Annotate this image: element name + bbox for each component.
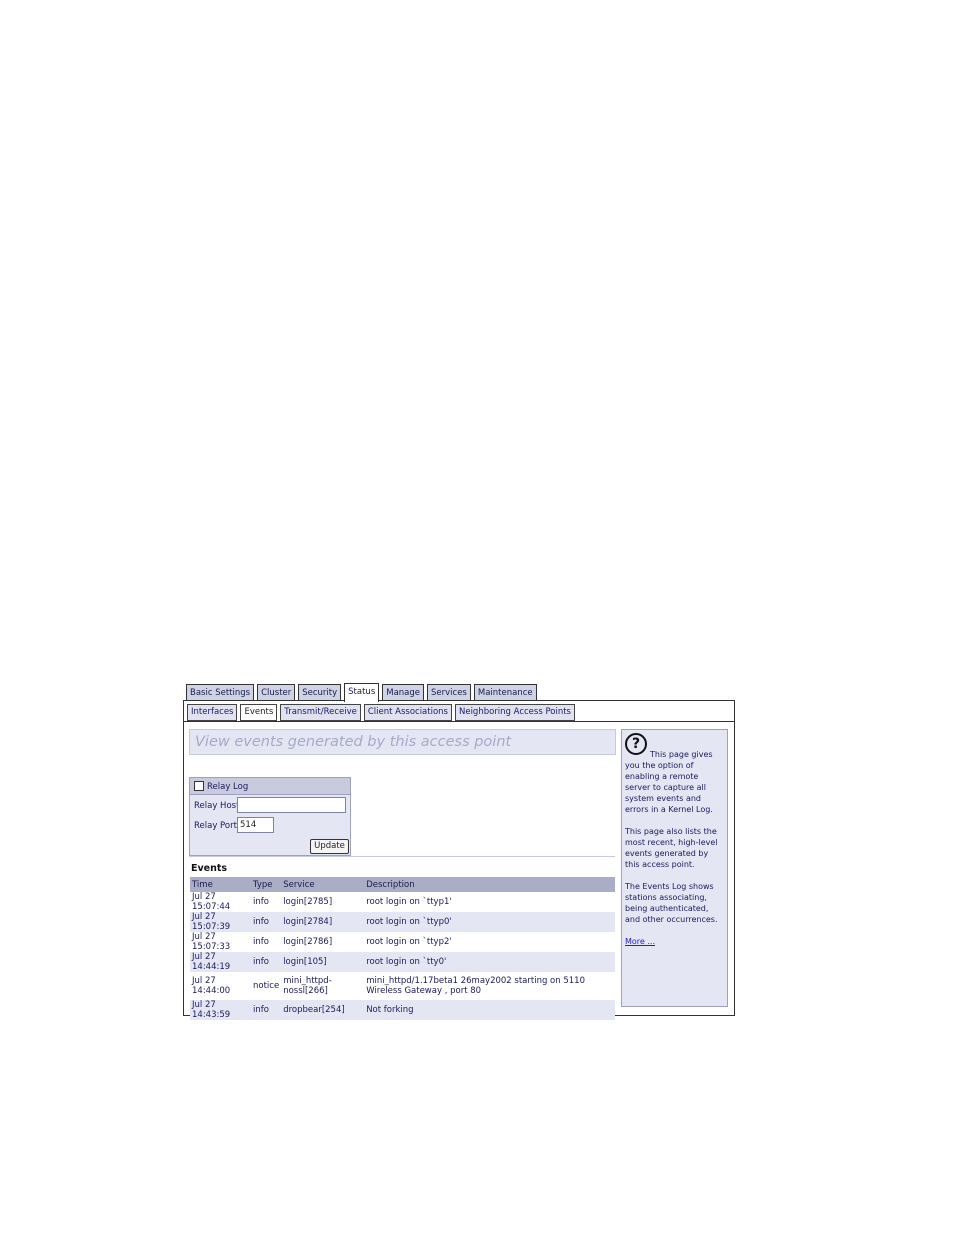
tab-basic-settings[interactable]: Basic Settings (186, 684, 255, 701)
sub-tabs: Interfaces Events Transmit/Receive Clien… (187, 704, 575, 721)
table-row: Jul 27 14:44:00 notice mini_httpd-nossl[… (190, 972, 615, 1000)
event-time: Jul 27 15:07:44 (192, 892, 231, 912)
relay-host-label: Relay Host (194, 801, 240, 811)
relay-host-input[interactable] (237, 797, 346, 813)
tab-manage[interactable]: Manage (382, 684, 425, 701)
tab-maintenance[interactable]: Maintenance (473, 684, 537, 701)
tab-status[interactable]: Status (344, 683, 380, 702)
event-type: notice (253, 981, 280, 991)
event-description: Not forking (364, 1000, 615, 1020)
event-type: info (251, 1000, 282, 1020)
table-row: Jul 27 15:07:33 info login[2786] root lo… (190, 932, 615, 952)
update-button[interactable]: Update (310, 839, 349, 854)
main-tabs: Basic Settings Cluster Security Status M… (186, 683, 537, 702)
subtab-neighboring-access-points[interactable]: Neighboring Access Points (454, 704, 575, 721)
relay-log-panel: Relay Log Relay Host Relay Port 514 Upda… (189, 777, 351, 856)
subtab-interfaces[interactable]: Interfaces (187, 704, 238, 721)
help-panel: ? This page gives you the option of enab… (621, 729, 728, 1007)
event-type: info (251, 952, 282, 972)
relay-log-checkbox[interactable] (194, 781, 204, 791)
col-type: Type (251, 877, 282, 892)
relay-log-header: Relay Log (190, 778, 350, 795)
help-text-3: The Events Log shows stations associatin… (625, 882, 718, 924)
more-link[interactable]: More ... (625, 937, 655, 946)
table-header: Time Type Service Description (190, 877, 615, 892)
event-time: Jul 27 15:07:33 (192, 932, 231, 952)
col-service: Service (281, 877, 365, 892)
relay-port-input[interactable]: 514 (237, 817, 274, 833)
events-table: Time Type Service Description Jul 27 15:… (190, 877, 615, 1020)
question-icon: ? (625, 733, 647, 755)
tab-security[interactable]: Security (298, 684, 342, 701)
section-divider (189, 856, 615, 857)
event-service: login[105] (281, 952, 365, 972)
event-type: info (253, 937, 269, 947)
event-service: login[2785] (283, 897, 333, 907)
content-frame: Interfaces Events Transmit/Receive Clien… (183, 700, 735, 1020)
event-service: login[2786] (283, 937, 333, 947)
event-description: root login on `ttyp1' (366, 897, 452, 907)
event-description: mini_httpd/1.17beta1 26may2002 starting … (366, 976, 585, 996)
help-text-2: This page also lists the most recent, hi… (625, 827, 718, 869)
col-time: Time (190, 877, 251, 892)
events-heading: Events (191, 863, 228, 874)
subtab-divider (184, 721, 734, 722)
subtab-events[interactable]: Events (240, 704, 278, 721)
page-title: View events generated by this access poi… (195, 734, 512, 750)
tab-services[interactable]: Services (427, 684, 471, 701)
event-service: login[2784] (281, 912, 365, 932)
event-service: mini_httpd-nossl[266] (283, 976, 332, 996)
table-row: Jul 27 15:07:39 info login[2784] root lo… (190, 912, 615, 932)
col-description: Description (364, 877, 615, 892)
table-row: Jul 27 14:44:19 info login[105] root log… (190, 952, 615, 972)
event-time: Jul 27 14:44:00 (192, 976, 231, 996)
event-description: root login on `tty0' (364, 952, 615, 972)
event-description: root login on `ttyp2' (366, 937, 452, 947)
relay-log-label: Relay Log (207, 782, 249, 792)
event-time: Jul 27 14:43:59 (190, 1000, 251, 1020)
event-type: info (251, 912, 282, 932)
event-description: root login on `ttyp0' (364, 912, 615, 932)
event-time: Jul 27 14:44:19 (190, 952, 251, 972)
access-point-ui: Basic Settings Cluster Security Status M… (183, 683, 735, 1020)
page-banner: View events generated by this access poi… (189, 729, 616, 755)
event-time: Jul 27 15:07:39 (190, 912, 251, 932)
tab-cluster[interactable]: Cluster (257, 684, 296, 701)
relay-port-label: Relay Port (194, 821, 237, 831)
event-type: info (253, 897, 269, 907)
event-service: dropbear[254] (281, 1000, 365, 1020)
subtab-transmit-receive[interactable]: Transmit/Receive (280, 704, 361, 721)
table-row: Jul 27 14:43:59 info dropbear[254] Not f… (190, 1000, 615, 1020)
table-row: Jul 27 15:07:44 info login[2785] root lo… (190, 892, 615, 912)
subtab-client-associations[interactable]: Client Associations (363, 704, 452, 721)
